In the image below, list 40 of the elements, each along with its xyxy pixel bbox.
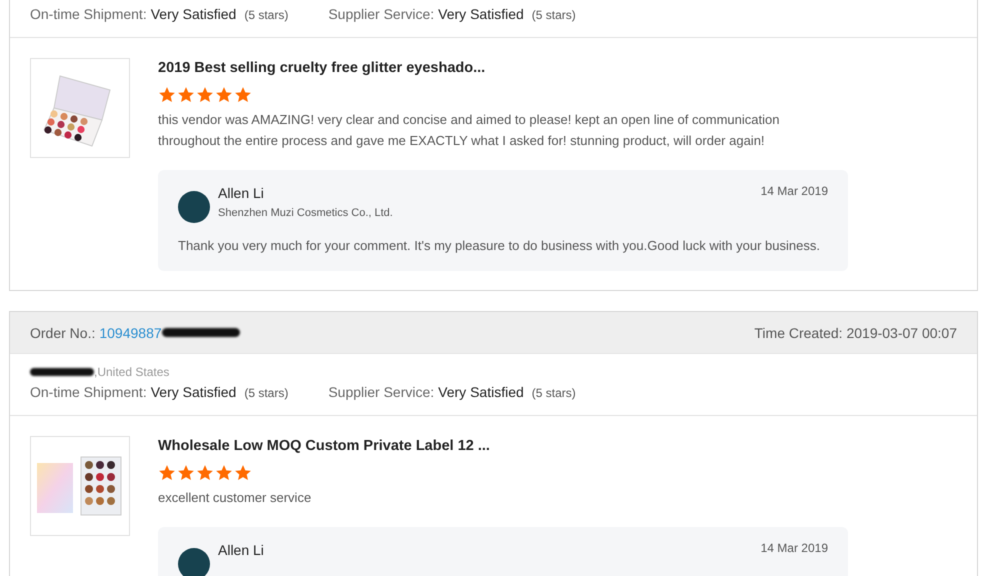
star-icon bbox=[177, 86, 195, 104]
reply-date: 14 Mar 2019 bbox=[760, 184, 828, 198]
rating-value: Very Satisfied bbox=[438, 384, 524, 400]
reply-message: Thank you very much for your comment. It's my pleasure to do business with you.Good luck with your business. bbox=[178, 237, 821, 255]
review-comment: this vendor was AMAZING! very clear and concise and aimed to please! kept an open line of communication throughout the entire process and gave me EXACTLY what I asked for! stunning product, will order again! bbox=[158, 111, 780, 150]
rating-note: (5 stars) bbox=[532, 8, 576, 22]
product-title[interactable]: 2019 Best selling cruelty free glitter eyeshado... bbox=[158, 58, 848, 78]
rating-value: Very Satisfied bbox=[150, 6, 236, 22]
rating-note: (5 stars) bbox=[532, 386, 576, 400]
rating-note: (5 stars) bbox=[244, 386, 288, 400]
star-icon bbox=[215, 464, 233, 482]
star-icon bbox=[234, 464, 252, 482]
buyer-location: ,United States bbox=[94, 365, 170, 379]
rating-label: On-time Shipment: bbox=[30, 384, 147, 400]
star-icon bbox=[158, 464, 176, 482]
product-image[interactable] bbox=[30, 58, 130, 158]
avatar bbox=[178, 548, 210, 576]
star-icon bbox=[196, 464, 214, 482]
rating-label: Supplier Service: bbox=[328, 6, 434, 22]
avatar bbox=[178, 191, 210, 223]
rating-label: On-time Shipment: bbox=[30, 6, 147, 22]
time-created: Time Created: 2019-03-07 00:07 bbox=[754, 324, 957, 340]
redaction-mark bbox=[30, 368, 94, 376]
reply-date: 14 Mar 2019 bbox=[760, 541, 828, 555]
company-name: Shenzhen Muzi Cosmetics Co., Ltd. bbox=[218, 207, 394, 219]
star-icon bbox=[215, 86, 233, 104]
star-icon bbox=[158, 86, 176, 104]
product-image[interactable] bbox=[30, 436, 130, 536]
star-icon bbox=[196, 86, 214, 104]
rating-value: Very Satisfied bbox=[438, 6, 524, 22]
replier-name: Allen Li bbox=[218, 541, 265, 559]
replier-name: Allen Li bbox=[218, 184, 265, 202]
review-comment: excellent customer service bbox=[158, 489, 312, 507]
rating-value: Very Satisfied bbox=[150, 384, 236, 400]
order-label: Order No.: bbox=[30, 324, 96, 340]
product-title[interactable]: Wholesale Low MOQ Custom Private Label 12 ... bbox=[158, 436, 848, 456]
rating-note: (5 stars) bbox=[244, 8, 288, 22]
rating-label: Supplier Service: bbox=[328, 384, 434, 400]
star-icon bbox=[234, 86, 252, 104]
star-icon bbox=[177, 464, 195, 482]
